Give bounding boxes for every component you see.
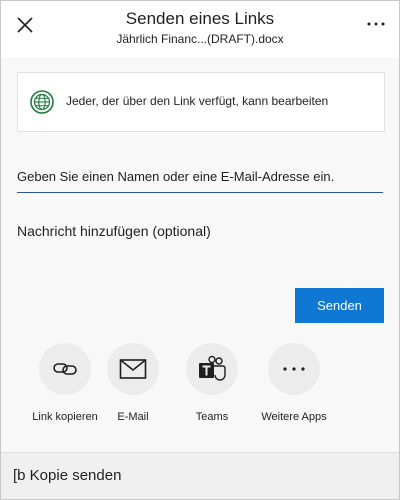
send-copy-label: [b Kopie senden [13, 467, 122, 484]
send-copy-button[interactable]: [b Kopie senden [1, 452, 399, 499]
document-name: Jährlich Financ...(DRAFT).docx [116, 32, 284, 46]
more-horizontal-icon [367, 22, 385, 26]
more-apps-label: Weitere Apps [261, 411, 327, 423]
link-icon [53, 363, 77, 375]
link-permission-text: Jeder, der über den Link verfügt, kann b… [66, 94, 329, 108]
dialog-title: Senden eines Links [125, 9, 275, 28]
recipient-placeholder: Geben Sie einen Namen oder eine E-Mail-A… [17, 169, 335, 184]
email-label: E-Mail [117, 411, 149, 423]
link-settings-button[interactable]: Jeder, der über den Link verfügt, kann b… [17, 72, 385, 132]
globe-icon [30, 90, 54, 114]
more-apps-icon-circle [268, 343, 320, 395]
more-horizontal-icon [283, 367, 305, 371]
email-option[interactable]: E-Mail [88, 343, 178, 423]
more-apps-option[interactable]: Weitere Apps [249, 343, 339, 423]
message-placeholder: Nachricht hinzufügen (optional) [17, 223, 211, 239]
teams-option[interactable]: Teams [167, 343, 257, 423]
share-link-dialog: Senden eines Links Jährlich Financ...(DR… [0, 0, 400, 500]
email-icon-circle [107, 343, 159, 395]
recipient-input[interactable]: Geben Sie einen Namen oder eine E-Mail-A… [17, 156, 383, 193]
mail-icon [119, 359, 147, 379]
share-panel: Jeder, der über den Link verfügt, kann b… [1, 57, 399, 499]
copy-link-icon-circle [39, 343, 91, 395]
teams-icon-circle [186, 343, 238, 395]
share-apps-row: Link kopieren E-Mail Teams Weitere Apps [1, 343, 399, 433]
send-button[interactable]: Senden [295, 288, 384, 323]
teams-icon [199, 355, 226, 381]
teams-label: Teams [195, 411, 229, 423]
dialog-header: Senden eines Links Jährlich Financ...(DR… [1, 1, 399, 57]
more-options-button[interactable] [365, 13, 387, 35]
message-input[interactable]: Nachricht hinzufügen (optional) [17, 214, 383, 254]
